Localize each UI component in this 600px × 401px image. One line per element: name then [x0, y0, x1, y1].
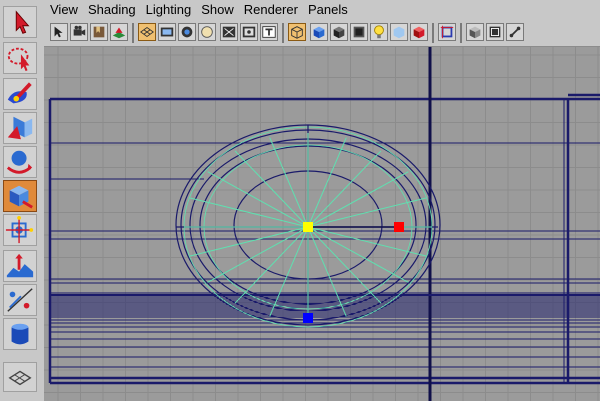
universal-manipulator-icon: [5, 215, 34, 244]
image-plane-button[interactable]: [110, 23, 128, 41]
menu-shading[interactable]: Shading: [84, 0, 140, 20]
toolbar-separator: [132, 23, 134, 43]
xray-joints-icon: [489, 26, 501, 38]
select-arrow-icon: [15, 10, 30, 34]
textured-icon: [413, 26, 425, 39]
spoke-line: [307, 226, 382, 304]
smooth-shade-button[interactable]: [310, 23, 328, 41]
show-manipulator-button[interactable]: [3, 284, 37, 316]
safe-action-button[interactable]: [240, 23, 258, 41]
toolbox: [0, 0, 45, 401]
scale-handle-z[interactable]: [303, 313, 313, 323]
toolbar-separator: [460, 23, 462, 43]
menu-renderer[interactable]: Renderer: [240, 0, 302, 20]
lasso-select-icon: [7, 47, 30, 72]
flat-shade-icon: [333, 26, 345, 39]
panel-menu-bar: View Shading Lighting Show Renderer Pane…: [44, 0, 600, 20]
xray-icon: [469, 26, 481, 39]
shadows-icon: [393, 26, 405, 39]
spoke-line: [207, 171, 309, 228]
last-tool-icon: [11, 323, 29, 345]
spoke-line: [234, 226, 309, 304]
single-perspective-layout-icon: [8, 370, 32, 386]
toolbar-separator: [282, 23, 284, 43]
use-default-lights-icon: [374, 25, 384, 39]
layout-button[interactable]: [3, 362, 37, 392]
flat-shade-button[interactable]: [330, 23, 348, 41]
bookmarks-icon: [93, 26, 105, 38]
spoke-line: [307, 137, 347, 228]
spoke-line: [307, 171, 409, 228]
lasso-tool-button[interactable]: [3, 42, 37, 74]
film-gate-icon: [160, 27, 174, 37]
select-camera-button[interactable]: [50, 23, 68, 41]
paint-select-icon: [7, 82, 32, 104]
grid-icon: [140, 27, 154, 37]
room-floor-lines: [50, 278, 600, 368]
move-tool-button[interactable]: [3, 112, 37, 144]
menu-lighting[interactable]: Lighting: [142, 0, 196, 20]
pivot-handle[interactable]: [303, 222, 313, 232]
wireframe-button[interactable]: [288, 23, 306, 41]
select-tool-button[interactable]: [3, 6, 37, 38]
bounding-box-icon: [353, 26, 365, 38]
bounding-box-button[interactable]: [350, 23, 368, 41]
room-wall-lines: [50, 142, 600, 240]
film-gate-button[interactable]: [158, 23, 176, 41]
smooth-shade-icon: [313, 26, 325, 39]
joints-icon: [509, 26, 521, 38]
isolate-select-button[interactable]: [438, 23, 456, 41]
shadows-button[interactable]: [390, 23, 408, 41]
menu-panels[interactable]: Panels: [304, 0, 352, 20]
gate-mask-icon: [201, 26, 213, 38]
textured-button[interactable]: [410, 23, 428, 41]
toggle-joints-button[interactable]: [506, 23, 524, 41]
camera-attributes-button[interactable]: [70, 23, 88, 41]
soft-modification-button[interactable]: [3, 250, 37, 282]
menu-view[interactable]: View: [46, 0, 82, 20]
field-chart-button[interactable]: [220, 23, 238, 41]
spoke-line: [269, 137, 309, 228]
bookmarks-button[interactable]: [90, 23, 108, 41]
gate-mask-button[interactable]: [198, 23, 216, 41]
resolution-gate-button[interactable]: [178, 23, 196, 41]
move-tool-icon: [7, 116, 33, 140]
safe-title-icon: [262, 26, 276, 38]
scale-tool-button[interactable]: [3, 180, 37, 212]
resolution-gate-icon: [181, 26, 193, 38]
spoke-line: [307, 150, 382, 228]
select-camera-icon: [54, 26, 63, 38]
show-manipulator-icon: [7, 288, 33, 312]
rotate-tool-button[interactable]: [3, 146, 37, 178]
camera-attributes-icon: [73, 25, 86, 36]
field-chart-icon: [222, 26, 236, 38]
menu-show[interactable]: Show: [197, 0, 238, 20]
rotate-tool-icon: [6, 150, 33, 174]
image-plane-icon: [112, 27, 126, 39]
perspective-viewport[interactable]: [44, 47, 600, 401]
use-default-lights-button[interactable]: [370, 23, 388, 41]
viewport-canvas[interactable]: [44, 47, 600, 401]
toolbar-separator: [432, 23, 434, 43]
xray-joints-button[interactable]: [486, 23, 504, 41]
last-tool-button[interactable]: [3, 318, 37, 350]
grid-button[interactable]: [138, 23, 156, 41]
universal-manipulator-button[interactable]: [3, 214, 37, 246]
safe-title-button[interactable]: [260, 23, 278, 41]
wireframe-icon: [291, 26, 303, 39]
scale-handle-x[interactable]: [394, 222, 404, 232]
isolate-select-icon: [440, 25, 454, 39]
spoke-line: [234, 150, 309, 228]
scale-tool-icon: [9, 185, 33, 209]
panel-toolbar: [44, 20, 600, 47]
xray-button[interactable]: [466, 23, 484, 41]
soft-modification-icon: [6, 253, 34, 278]
paint-select-tool-button[interactable]: [3, 78, 37, 110]
safe-action-icon: [242, 26, 256, 38]
